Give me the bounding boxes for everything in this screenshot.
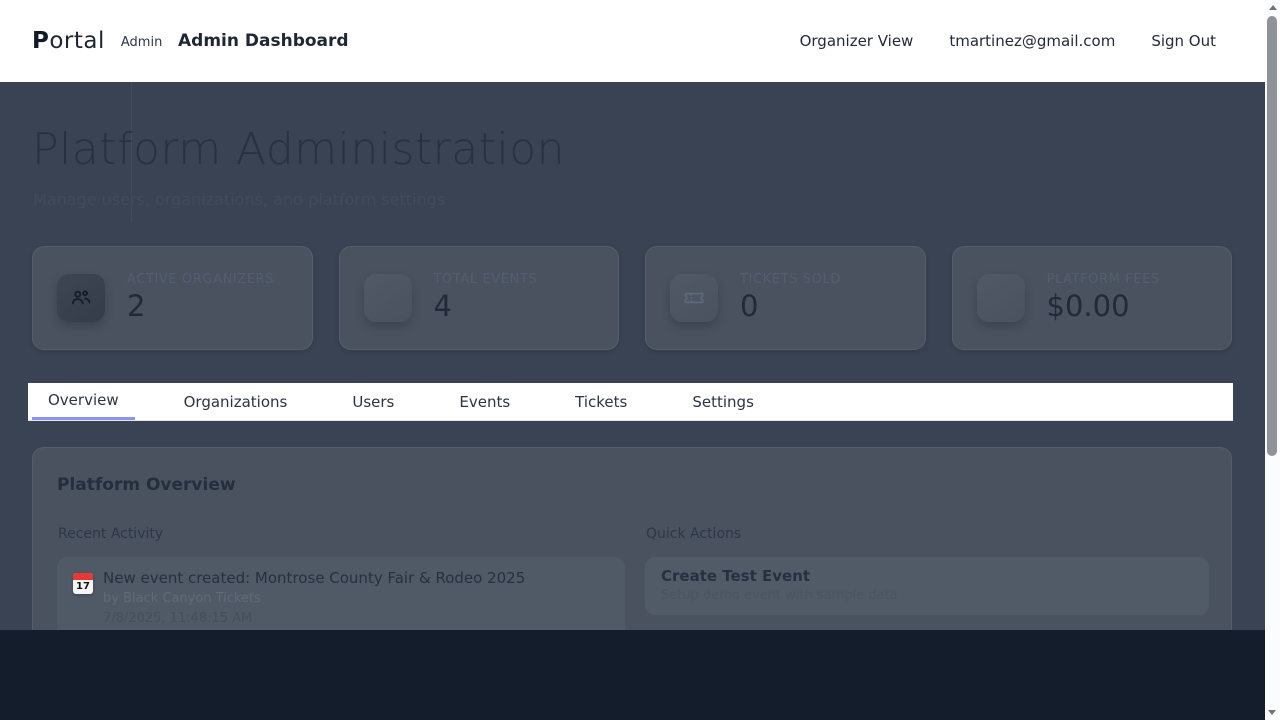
quick-actions-heading: Quick Actions	[646, 526, 741, 542]
panel-title: Platform Overview	[57, 475, 236, 495]
stat-card-tickets-sold: TICKETS SOLD 0	[645, 246, 926, 350]
stat-label: TOTAL EVENTS	[434, 272, 538, 287]
people-group-icon	[57, 274, 105, 322]
admin-dashboard-screen: Platform Administration Manage users, or…	[0, 0, 1280, 720]
activity-timestamp: 7/8/2025, 11:48:15 AM	[103, 611, 252, 626]
stat-value: 0	[740, 289, 758, 323]
page-title: Platform Administration	[32, 124, 565, 175]
ticket-icon	[670, 274, 718, 322]
activity-organizer: by Black Canyon Tickets	[103, 591, 261, 606]
stat-label: PLATFORM FEES	[1047, 272, 1160, 287]
vertical-scrollbar[interactable]	[1265, 0, 1280, 720]
recent-activity-heading: Recent Activity	[58, 526, 163, 542]
create-test-event-action[interactable]: Create Test Event Setup demo event with …	[645, 557, 1209, 615]
calendar-icon	[364, 274, 412, 322]
stat-value: 4	[434, 289, 452, 323]
activity-title: New event created: Montrose County Fair …	[103, 569, 525, 587]
stat-value: 2	[127, 289, 145, 323]
page-subtitle: Manage users, organizations, and platfor…	[33, 190, 445, 209]
organizer-view-link[interactable]: Organizer View	[800, 32, 914, 50]
admin-tabbar: Overview Organizations Users Events Tick…	[28, 383, 1233, 421]
stat-card-platform-fees: PLATFORM FEES $0.00	[952, 246, 1233, 350]
tab-overview[interactable]: Overview	[32, 383, 135, 420]
portal-logo[interactable]: Portal	[32, 28, 105, 54]
quick-action-subtitle: Setup demo event with sample data	[661, 588, 1193, 603]
quick-action-title: Create Test Event	[661, 567, 1193, 585]
scrollbar-thumb[interactable]	[1267, 16, 1277, 456]
account-email: tmartinez@gmail.com	[949, 32, 1115, 50]
header-nav: Organizer View tmartinez@gmail.com Sign …	[800, 0, 1216, 82]
stat-label: ACTIVE ORGANIZERS	[127, 272, 274, 287]
platform-overview-panel: Platform Overview Recent Activity Quick …	[32, 447, 1232, 652]
calendar-icon: 17	[73, 573, 93, 594]
scrollbar-down-arrow-icon[interactable]	[1268, 710, 1276, 715]
fees-icon	[977, 274, 1025, 322]
tab-users[interactable]: Users	[336, 383, 410, 420]
stat-card-active-organizers: ACTIVE ORGANIZERS 2	[32, 246, 313, 350]
stat-card-total-events: TOTAL EVENTS 4	[339, 246, 620, 350]
admin-badge: Admin	[121, 35, 162, 50]
cookie-consent-banner: Cookie Preferences We use essential cook…	[0, 630, 1280, 720]
stats-row: ACTIVE ORGANIZERS 2 TOTAL EVENTS 4 TICKE…	[32, 246, 1232, 350]
scrollbar-up-arrow-icon[interactable]	[1269, 5, 1277, 10]
app-header: Portal Admin Admin Dashboard Organizer V…	[0, 0, 1280, 82]
tab-organizations[interactable]: Organizations	[168, 383, 304, 420]
tab-tickets[interactable]: Tickets	[559, 383, 643, 420]
tab-events[interactable]: Events	[443, 383, 526, 420]
tab-settings[interactable]: Settings	[676, 383, 770, 420]
stat-value: $0.00	[1047, 289, 1130, 323]
stat-label: TICKETS SOLD	[740, 272, 841, 287]
sign-out-link[interactable]: Sign Out	[1151, 32, 1216, 50]
header-title: Admin Dashboard	[178, 0, 349, 82]
